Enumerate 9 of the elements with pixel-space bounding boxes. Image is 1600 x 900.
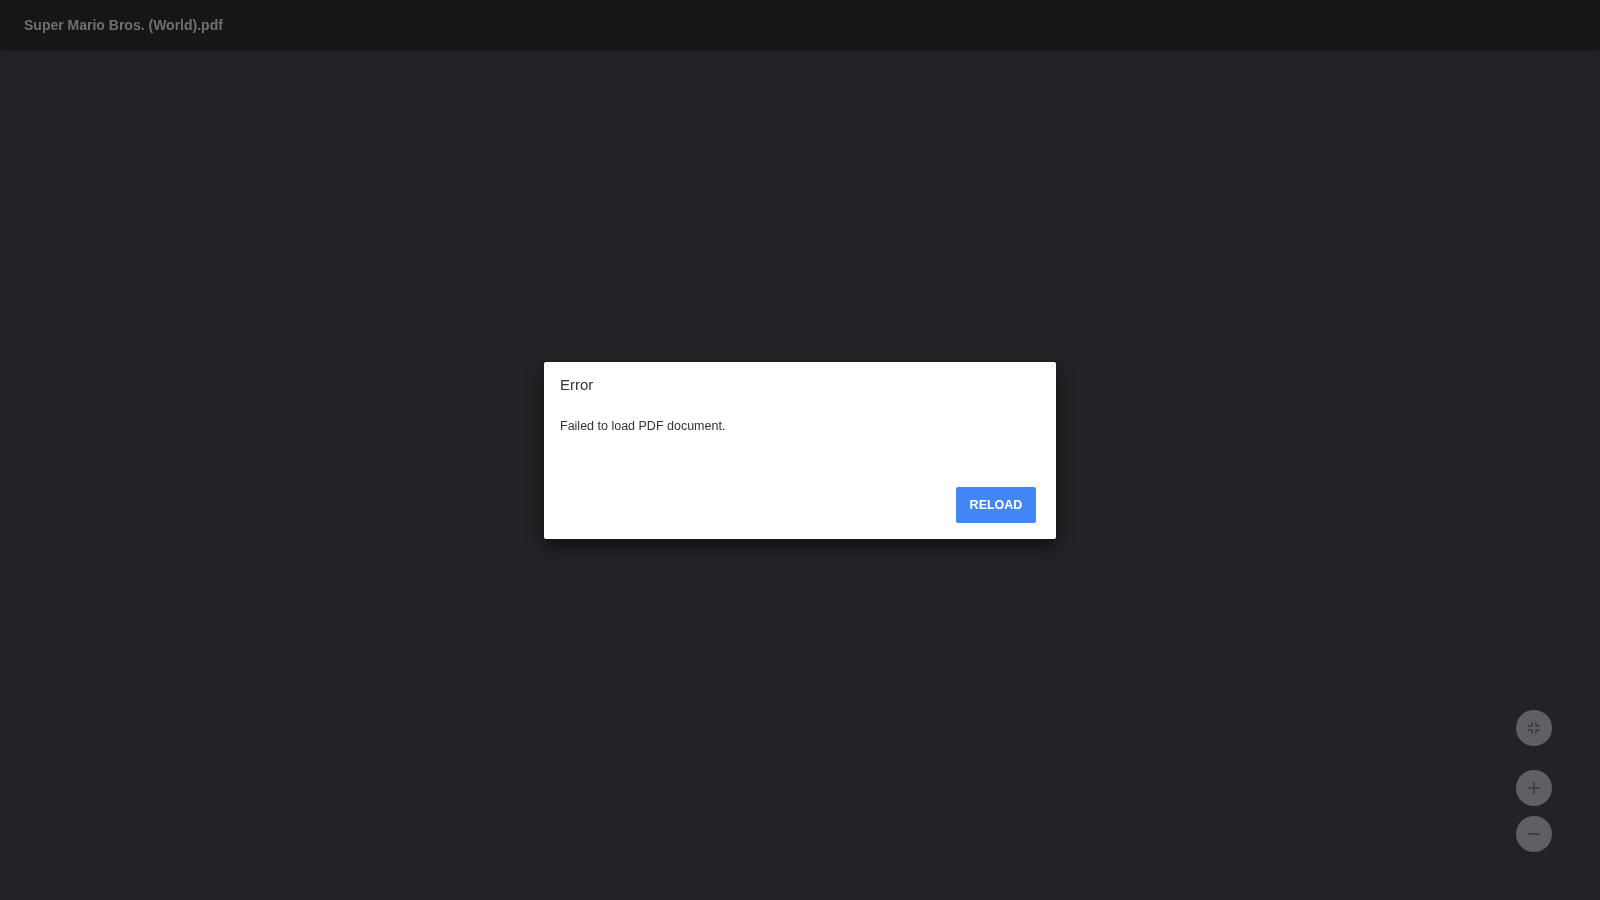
dialog-title: Error <box>560 376 594 393</box>
document-title: Super Mario Bros. (World).pdf <box>24 16 223 33</box>
error-message: Failed to load PDF document. <box>560 419 726 433</box>
fit-page-button[interactable] <box>1516 710 1552 746</box>
reload-button[interactable]: RELOAD <box>956 487 1036 523</box>
zoom-in-button[interactable] <box>1516 770 1552 806</box>
zoom-out-button[interactable] <box>1516 816 1552 852</box>
plus-icon <box>1527 781 1541 795</box>
shrink-icon <box>1527 721 1541 735</box>
